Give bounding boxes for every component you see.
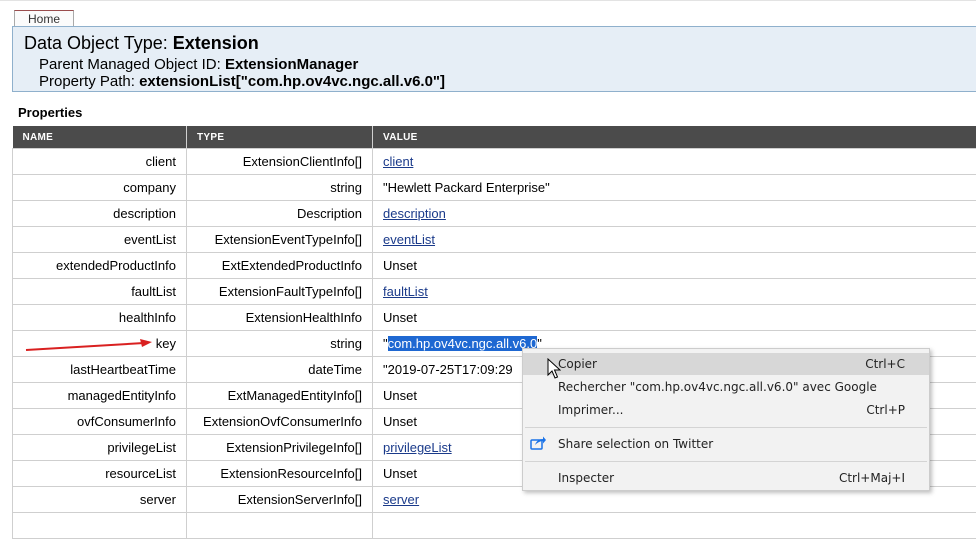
- menu-item-print[interactable]: Imprimer... Ctrl+P: [523, 399, 929, 421]
- property-value-cell: Unset: [373, 305, 976, 331]
- property-path-line: Property Path: extensionList["com.hp.ov4…: [39, 73, 445, 90]
- column-header-type: TYPE: [187, 126, 373, 149]
- property-value-text: "2019-07-25T17:09:29: [383, 362, 513, 377]
- table-row: [13, 513, 976, 539]
- menu-item-search-google[interactable]: Rechercher "com.hp.ov4vc.ngc.all.v6.0" a…: [523, 376, 929, 398]
- column-header-value: VALUE: [373, 126, 976, 149]
- red-arrow-annotation: [24, 338, 154, 354]
- property-name-cell: lastHeartbeatTime: [13, 357, 187, 383]
- property-value-cell: client: [373, 149, 976, 175]
- property-name-cell: description: [13, 201, 187, 227]
- property-name-cell: [13, 513, 187, 539]
- property-type-cell: ExtensionOvfConsumerInfo: [187, 409, 373, 435]
- table-row: companystring "Hewlett Packard Enterprise…: [13, 175, 976, 201]
- property-value-link[interactable]: client: [383, 154, 413, 169]
- property-value-cell: [373, 513, 976, 539]
- home-tab[interactable]: Home: [14, 10, 74, 27]
- value-quote-open: ": [383, 336, 388, 351]
- property-type-cell: ExtensionResourceInfo[]: [187, 461, 373, 487]
- menu-item-copy[interactable]: Copier Ctrl+C: [523, 353, 929, 375]
- menu-item-print-shortcut: Ctrl+P: [866, 399, 905, 421]
- menu-item-inspect[interactable]: Inspecter Ctrl+Maj+I: [523, 467, 929, 489]
- menu-item-copy-label: Copier: [558, 353, 597, 375]
- menu-item-copy-shortcut: Ctrl+C: [865, 353, 905, 375]
- property-name-cell: client: [13, 149, 187, 175]
- menu-item-inspect-label: Inspecter: [558, 467, 614, 489]
- property-value-cell: eventList: [373, 227, 976, 253]
- property-value-link[interactable]: description: [383, 206, 446, 221]
- table-row: healthInfoExtensionHealthInfo Unset: [13, 305, 976, 331]
- table-row: faultListExtensionFaultTypeInfo[]faultLi…: [13, 279, 976, 305]
- property-value-text: Unset: [383, 466, 417, 481]
- property-value-text: Unset: [383, 310, 417, 325]
- property-value-text: "Hewlett Packard Enterprise": [383, 180, 550, 195]
- properties-heading: Properties: [18, 105, 82, 120]
- property-value-cell: Unset: [373, 253, 976, 279]
- property-value-cell: faultList: [373, 279, 976, 305]
- property-type-cell: [187, 513, 373, 539]
- menu-item-share-twitter[interactable]: Share selection on Twitter: [523, 433, 929, 455]
- selected-text[interactable]: com.hp.ov4vc.ngc.all.v6.0: [388, 336, 538, 351]
- property-type-cell: ExtExtendedProductInfo: [187, 253, 373, 279]
- property-value-link[interactable]: faultList: [383, 284, 428, 299]
- table-row: extendedProductInfoExtExtendedProductInf…: [13, 253, 976, 279]
- share-icon: [530, 436, 546, 450]
- property-type-cell: dateTime: [187, 357, 373, 383]
- property-name-cell: eventList: [13, 227, 187, 253]
- title-prefix: Data Object Type:: [24, 33, 168, 53]
- path-label: Property Path:: [39, 73, 135, 90]
- table-row: clientExtensionClientInfo[]client: [13, 149, 976, 175]
- property-type-cell: ExtensionEventTypeInfo[]: [187, 227, 373, 253]
- menu-separator: [525, 461, 927, 462]
- property-name-cell: faultList: [13, 279, 187, 305]
- property-name-cell: ovfConsumerInfo: [13, 409, 187, 435]
- property-value-text: Unset: [383, 414, 417, 429]
- property-type-cell: ExtensionPrivilegeInfo[]: [187, 435, 373, 461]
- parent-label: Parent Managed Object ID:: [39, 56, 221, 73]
- property-type-cell: ExtensionHealthInfo: [187, 305, 373, 331]
- property-name-cell: privilegeList: [13, 435, 187, 461]
- menu-item-print-label: Imprimer...: [558, 399, 623, 421]
- parent-id-line: Parent Managed Object ID: ExtensionManag…: [39, 56, 358, 73]
- context-menu: Copier Ctrl+C Rechercher "com.hp.ov4vc.n…: [522, 348, 930, 491]
- property-value-cell: "Hewlett Packard Enterprise": [373, 175, 976, 201]
- property-value-text: Unset: [383, 388, 417, 403]
- property-value-link[interactable]: server: [383, 492, 419, 507]
- property-type-cell: ExtManagedEntityInfo[]: [187, 383, 373, 409]
- table-row: eventListExtensionEventTypeInfo[]eventLi…: [13, 227, 976, 253]
- top-border: [0, 0, 976, 1]
- property-type-cell: ExtensionServerInfo[]: [187, 487, 373, 513]
- title-value: Extension: [173, 33, 259, 53]
- property-name-cell: server: [13, 487, 187, 513]
- property-name-cell: resourceList: [13, 461, 187, 487]
- menu-separator: [525, 427, 927, 428]
- table-header-row: NAME TYPE VALUE: [13, 126, 976, 149]
- path-value: extensionList["com.hp.ov4vc.ngc.all.v6.0…: [139, 73, 445, 90]
- property-type-cell: ExtensionClientInfo[]: [187, 149, 373, 175]
- property-name-cell: healthInfo: [13, 305, 187, 331]
- menu-item-inspect-shortcut: Ctrl+Maj+I: [839, 467, 905, 489]
- property-name-cell: company: [13, 175, 187, 201]
- menu-item-share-label: Share selection on Twitter: [558, 433, 713, 455]
- property-type-cell: string: [187, 175, 373, 201]
- property-value-link[interactable]: privilegeList: [383, 440, 452, 455]
- property-type-cell: string: [187, 331, 373, 357]
- table-row: descriptionDescriptiondescription: [13, 201, 976, 227]
- column-header-name: NAME: [13, 126, 187, 149]
- parent-value: ExtensionManager: [225, 56, 358, 73]
- property-name-cell: extendedProductInfo: [13, 253, 187, 279]
- property-value-cell: description: [373, 201, 976, 227]
- property-type-cell: Description: [187, 201, 373, 227]
- property-name-cell: managedEntityInfo: [13, 383, 187, 409]
- mouse-cursor-icon: [547, 358, 561, 380]
- page-title: Data Object Type: Extension: [24, 33, 259, 54]
- property-value-text: Unset: [383, 258, 417, 273]
- menu-item-search-label: Rechercher "com.hp.ov4vc.ngc.all.v6.0" a…: [558, 376, 877, 398]
- property-type-cell: ExtensionFaultTypeInfo[]: [187, 279, 373, 305]
- object-header: Data Object Type: Extension Parent Manag…: [12, 26, 976, 92]
- property-value-link[interactable]: eventList: [383, 232, 435, 247]
